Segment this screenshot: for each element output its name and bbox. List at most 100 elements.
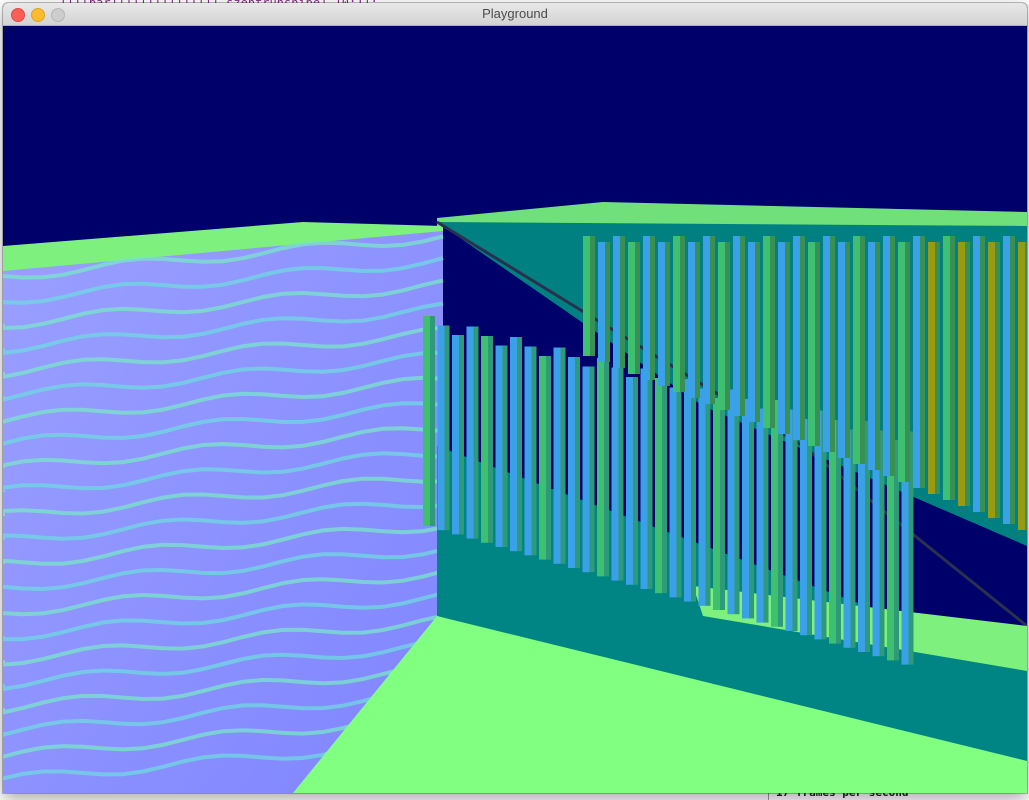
pillar: [868, 242, 875, 470]
pillar-shadow: [633, 377, 638, 585]
pillar: [539, 356, 546, 560]
pillar-shadow: [740, 236, 745, 416]
pillar: [733, 236, 740, 416]
pillar: [808, 242, 815, 446]
pillar-shadow: [590, 236, 595, 356]
pillar: [756, 408, 764, 623]
pillar-shadow: [604, 358, 609, 577]
pillar-shadow: [785, 242, 790, 434]
pillar-shadow: [807, 419, 812, 636]
pillar-shadow: [1025, 242, 1027, 530]
pillar: [898, 242, 905, 482]
pillar-shadow: [575, 357, 580, 568]
pillar-shadow: [800, 236, 805, 440]
pillar-shadow: [695, 242, 700, 398]
pillar-shadow: [662, 378, 667, 594]
pillar: [988, 242, 995, 518]
pillar: [698, 388, 706, 606]
pillar: [727, 389, 735, 615]
pillar-shadow: [650, 236, 655, 380]
pillar: [628, 242, 635, 374]
pillar: [669, 387, 677, 598]
pillar-shadow: [430, 316, 435, 526]
pillar: [673, 236, 680, 392]
pillar-shadow: [605, 242, 610, 362]
pillar: [582, 366, 590, 573]
pillar-shadow: [517, 337, 522, 552]
pillar: [481, 336, 488, 543]
pillar: [718, 242, 725, 410]
pillar-shadow: [995, 242, 1000, 518]
pillar: [771, 400, 778, 627]
pillar: [853, 236, 860, 464]
pillar-shadow: [792, 409, 798, 631]
pillar-shadow: [965, 242, 970, 506]
pillar-shadow: [815, 242, 820, 446]
pillar-shadow: [676, 387, 682, 598]
pillar: [778, 242, 785, 434]
pillar-shadow: [778, 400, 783, 627]
pillar-shadow: [546, 356, 551, 560]
pillar: [613, 236, 620, 368]
pillar: [829, 420, 836, 644]
pillar: [763, 236, 770, 428]
render-viewport[interactable]: [3, 26, 1027, 793]
pillar-shadow: [665, 242, 670, 386]
window-title: Playground: [482, 6, 548, 21]
pillar: [823, 236, 830, 452]
pillar: [973, 236, 980, 512]
pillar-shadow: [734, 389, 740, 615]
pillar-shadow: [725, 242, 730, 410]
pillar: [958, 242, 965, 506]
3d-terrain-scene[interactable]: [3, 26, 1027, 793]
pillar: [495, 345, 503, 547]
pillar: [838, 242, 845, 458]
pillar: [658, 242, 665, 386]
pillar-shadow: [860, 236, 865, 464]
pillar: [943, 236, 950, 500]
pillar: [703, 236, 710, 404]
pillar-shadow: [905, 242, 910, 482]
pillar-shadow: [890, 236, 895, 476]
pillar-shadow: [935, 242, 940, 494]
pillar: [793, 236, 800, 440]
pillar: [928, 242, 935, 494]
pillar: [688, 242, 695, 398]
pillar-shadow: [620, 236, 625, 368]
pillar-shadow: [749, 399, 754, 619]
pillar-shadow: [710, 236, 715, 404]
pillar-shadow: [560, 347, 566, 564]
pillar: [568, 357, 575, 568]
pillar-shadow: [755, 242, 760, 422]
pillar-shadow: [691, 379, 696, 602]
pillar: [597, 358, 604, 577]
pillar: [626, 377, 633, 585]
pillar: [510, 337, 517, 552]
pillar-shadow: [647, 368, 653, 589]
pillar: [713, 398, 720, 610]
pillar: [883, 236, 890, 476]
pillar: [452, 335, 459, 535]
pillar-shadow: [720, 398, 725, 610]
pillar: [524, 346, 532, 556]
pillar: [611, 367, 619, 581]
pillar-shadow: [845, 242, 850, 458]
title-bar[interactable]: Playground: [3, 3, 1027, 26]
pillar-shadow: [680, 236, 685, 392]
pillar: [800, 419, 807, 636]
pillar: [1003, 236, 1010, 524]
pillar: [684, 379, 691, 602]
pillar: [913, 236, 920, 488]
pillar-shadow: [589, 366, 595, 573]
pillar: [1018, 242, 1025, 530]
playground-window[interactable]: Playground: [3, 3, 1027, 793]
pillar-shadow: [830, 236, 835, 452]
pillar: [583, 236, 590, 356]
pillar-shadow: [980, 236, 985, 512]
pillar: [640, 368, 648, 589]
pillar-shadow: [770, 236, 775, 428]
pillar: [598, 242, 605, 362]
pillar-shadow: [618, 367, 624, 581]
pillar: [785, 409, 793, 631]
pillar: [466, 326, 474, 539]
